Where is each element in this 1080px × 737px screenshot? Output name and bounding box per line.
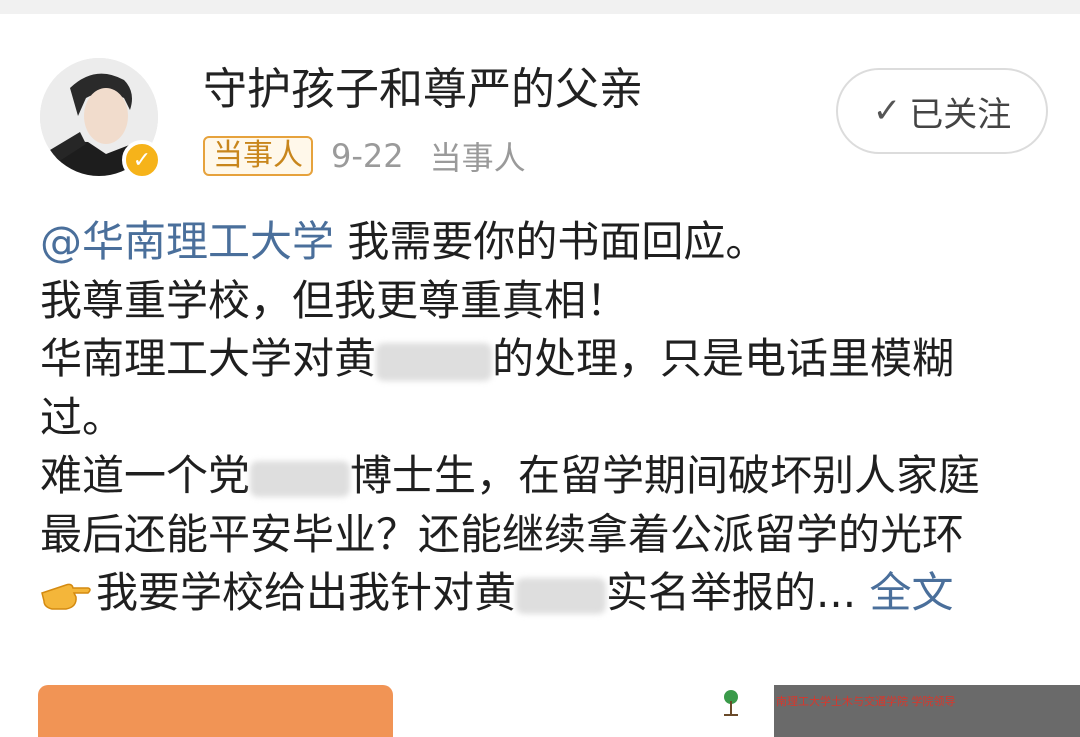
mention-link[interactable]: @华南理工大学 xyxy=(40,217,334,266)
media-thumbnail-2[interactable] xyxy=(405,685,705,737)
post-date: 9-22 xyxy=(331,137,404,175)
content-line-2: 我尊重学校，但我更尊重真相！ xyxy=(40,275,629,325)
redacted-blur xyxy=(516,577,607,614)
content-line-4: 过。 xyxy=(40,392,125,442)
content-text: 我需要你的书面回应。 xyxy=(334,217,768,266)
author-name[interactable]: 守护孩子和尊严的父亲 xyxy=(203,62,643,118)
post-content: @华南理工大学 我需要你的书面回应。 我尊重学校，但我更尊重真相！ 华南理工大学… xyxy=(40,213,1080,623)
post-source: 当事人 xyxy=(429,139,526,177)
media-thumbnail-1[interactable] xyxy=(38,685,393,737)
content-text: 我要学校给出我针对黄 xyxy=(96,568,517,617)
expand-full-text-link[interactable]: 全文 xyxy=(869,568,953,617)
content-text: 博士生，在留学期间破坏别人家庭 xyxy=(350,451,981,500)
content-text: 的处理，只是电话里模糊 xyxy=(492,334,955,383)
check-icon: ✓ xyxy=(872,91,902,131)
redacted-blur xyxy=(376,342,493,381)
status-strip xyxy=(0,0,1080,14)
verified-badge-icon: ✓ xyxy=(122,140,162,180)
content-line-1: @华南理工大学 我需要你的书面回应。 xyxy=(40,213,1080,272)
content-line-6: 最后还能平安毕业？还能继续拿着公派留学的光环 xyxy=(40,509,965,559)
content-text: 华南理工大学对黄 xyxy=(40,334,377,383)
school-logo-icon xyxy=(724,690,738,716)
content-line-5: 难道一个党 博士生，在留学期间破坏别人家庭 xyxy=(40,447,1080,506)
media-caption: 南理工大学土木与交通学院 学院领导 xyxy=(776,695,956,708)
content-line-3: 华南理工大学对黄 的处理，只是电话里模糊 xyxy=(40,330,1080,389)
content-text: 实名举报的... xyxy=(606,568,857,617)
follow-button[interactable]: ✓ 已关注 xyxy=(836,68,1048,154)
post-meta: 当事人 9-22 当事人 xyxy=(203,134,526,178)
content-line-7: 我要学校给出我针对黄 实名举报的... 全文 xyxy=(40,564,1080,623)
pointing-hand-icon xyxy=(40,570,92,612)
content-text: 难道一个党 xyxy=(40,451,251,500)
role-tag: 当事人 xyxy=(203,136,313,176)
redacted-blur xyxy=(250,460,351,497)
media-thumbnail-3[interactable]: 南理工大学土木与交通学院 学院领导 xyxy=(710,685,1080,737)
follow-label: 已关注 xyxy=(909,94,1012,135)
